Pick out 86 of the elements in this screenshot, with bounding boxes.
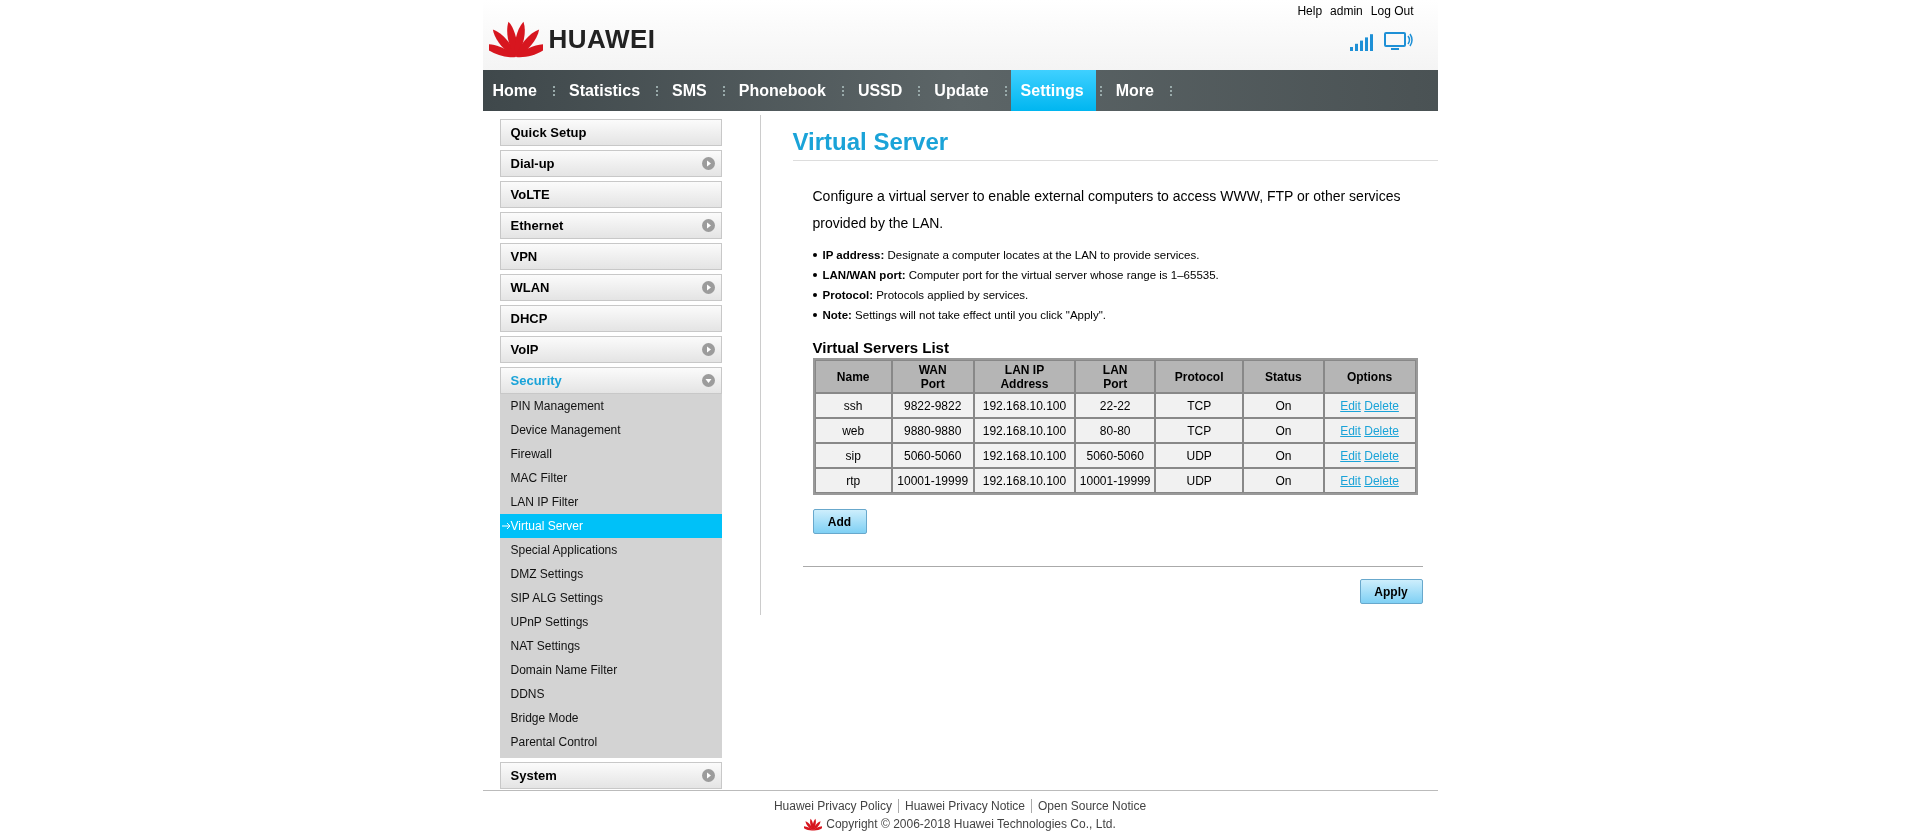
column-header: Name <box>814 360 892 393</box>
table-cell: 192.168.10.100 <box>973 418 1076 443</box>
nav-tab[interactable]: SMS <box>662 70 719 111</box>
menu-item[interactable]: Quick Setup <box>499 119 722 146</box>
column-header: LAN Port <box>1075 360 1155 393</box>
table-cell: 192.168.10.100 <box>973 443 1076 468</box>
menu-item[interactable]: VoLTE <box>499 181 722 208</box>
header-link[interactable]: admin <box>1330 4 1363 18</box>
menu-item[interactable]: Dial-up <box>499 150 722 177</box>
submenu-item[interactable]: Device Management <box>499 418 722 442</box>
footer-link[interactable]: Huawei Privacy Notice <box>904 799 1025 813</box>
table-cell: UDP <box>1154 443 1244 468</box>
nav-tab[interactable]: Home <box>482 70 549 111</box>
column-header: LAN IP Address <box>973 360 1076 393</box>
arrow-icon <box>501 522 511 530</box>
submenu-item[interactable]: MAC Filter <box>499 466 722 490</box>
menu-item[interactable]: Ethernet <box>499 212 722 239</box>
table-cell: On <box>1243 468 1324 493</box>
submenu-item[interactable]: DMZ Settings <box>499 562 722 586</box>
submenu-item[interactable]: Special Applications <box>499 538 722 562</box>
menu-item[interactable]: VPN <box>499 243 722 270</box>
note-item: Note: Settings will not take effect until you click "Apply". <box>822 308 1106 323</box>
page-title: Virtual Server <box>792 128 1438 161</box>
table-cell: 80-80 <box>1075 418 1155 443</box>
signal-icon <box>1349 33 1376 51</box>
table-cell: 5060-5060 <box>891 443 974 468</box>
copyright-text: Copyright © 2006-2018 Huawei Technologies Co., Ltd. <box>826 817 1116 831</box>
intro-text: Configure a virtual server to enable external computers to access WWW, FTP or other services provided by the LAN. <box>812 187 1402 233</box>
submenu-item[interactable]: UPnP Settings <box>499 610 722 634</box>
table-cell: ssh <box>814 393 892 418</box>
table-cell: TCP <box>1154 393 1244 418</box>
menu-item[interactable]: System <box>499 762 722 789</box>
brand-name: HUAWEI <box>548 23 656 55</box>
menu-item[interactable]: DHCP <box>499 305 722 332</box>
submenu-item[interactable]: Domain Name Filter <box>499 658 722 682</box>
apply-button[interactable]: Apply <box>1359 579 1423 604</box>
header-link[interactable]: Help <box>1297 4 1323 18</box>
submenu-item[interactable]: SIP ALG Settings <box>499 586 722 610</box>
nav-tab[interactable]: USSD <box>847 70 915 111</box>
bullet-icon <box>812 293 817 297</box>
nav-tab[interactable]: Update <box>924 70 1001 111</box>
submenu-item[interactable]: Bridge Mode <box>499 706 722 730</box>
column-header: Status <box>1243 360 1324 393</box>
logo-icon <box>804 817 823 831</box>
submenu-item[interactable]: Firewall <box>499 442 722 466</box>
table-cell: sip <box>814 443 892 468</box>
note-item: Protocol: Protocols applied by services. <box>822 288 1029 303</box>
table-title: Virtual Servers List <box>812 339 950 356</box>
column-header: Protocol <box>1154 360 1244 393</box>
nav-tab[interactable]: Phonebook <box>728 70 838 111</box>
add-button[interactable]: Add <box>812 509 867 534</box>
table-cell: On <box>1243 393 1324 418</box>
footer-link[interactable]: Huawei Privacy Policy <box>773 799 892 813</box>
submenu-item[interactable]: Parental Control <box>499 730 722 754</box>
table-cell: 10001-19999 <box>1075 468 1155 493</box>
table-cell: 9822-9822 <box>891 393 974 418</box>
table-cell: web <box>814 418 892 443</box>
submenu-item[interactable]: DDNS <box>499 682 722 706</box>
nav-tab[interactable]: More <box>1105 70 1166 111</box>
nav-tab[interactable]: Statistics <box>558 70 653 111</box>
column-header: Options <box>1323 360 1416 393</box>
submenu-item[interactable]: PIN Management <box>499 394 722 418</box>
table-cell: 10001-19999 <box>891 468 974 493</box>
bullet-icon <box>812 273 817 277</box>
header-link[interactable]: Log Out <box>1370 4 1414 18</box>
submenu-item[interactable]: LAN IP Filter <box>499 490 722 514</box>
column-header: WAN Port <box>891 360 974 393</box>
submenu-item[interactable]: NAT Settings <box>499 634 722 658</box>
menu-item[interactable]: VoIP <box>499 336 722 363</box>
table-cell: TCP <box>1154 418 1244 443</box>
table-cell: rtp <box>814 468 892 493</box>
table-cell: 9880-9880 <box>891 418 974 443</box>
table-cell: On <box>1243 418 1324 443</box>
table-cell: 22-22 <box>1075 393 1155 418</box>
bullet-icon <box>812 313 817 317</box>
table-cell: On <box>1243 443 1324 468</box>
table-cell: 5060-5060 <box>1075 443 1155 468</box>
bullet-icon <box>812 253 817 257</box>
table-cell: UDP <box>1154 468 1244 493</box>
table-cell: 192.168.10.100 <box>973 393 1076 418</box>
note-item: IP address: Designate a computer locates at the LAN to provide services. <box>822 248 1200 263</box>
menu-item[interactable]: WLAN <box>499 274 722 301</box>
monitor-icon <box>1383 32 1414 52</box>
note-item: LAN/WAN port: Computer port for the virtual server whose range is 1–65535. <box>822 268 1219 283</box>
table-cell: 192.168.10.100 <box>973 468 1076 493</box>
footer-link[interactable]: Open Source Notice <box>1038 799 1147 813</box>
